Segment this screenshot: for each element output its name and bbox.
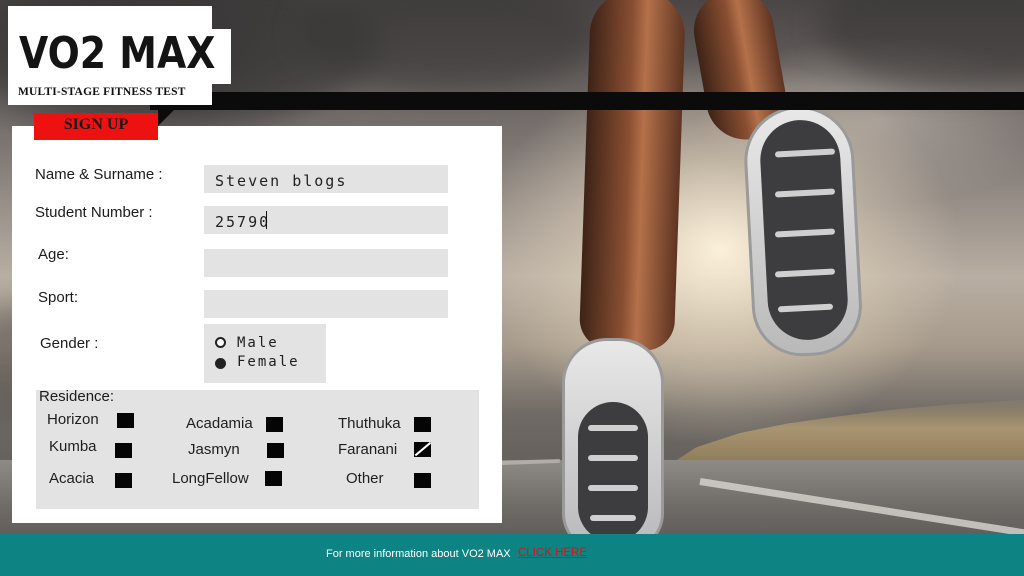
sport-field-box [204,290,448,318]
residence-group [36,390,479,509]
footer-info-text: For more information about VO2 MAX [326,548,511,560]
residence-horizon-checkbox[interactable] [117,413,134,428]
signup-tab-corner [158,110,174,126]
residence-longfellow-checkbox[interactable] [265,471,282,486]
residence-kumba-label: Kumba [49,438,97,455]
footer-bar [0,534,1024,576]
name-label: Name & Surname : [35,166,163,183]
age-input[interactable] [204,249,448,277]
residence-other-checkbox[interactable] [414,473,431,488]
text-caret [266,211,267,229]
age-label: Age: [38,246,69,263]
residence-thuthuka-label: Thuthuka [338,415,401,432]
residence-acacia-checkbox[interactable] [115,473,132,488]
residence-label: Residence: [39,388,115,405]
header-bar [150,92,1024,110]
sport-label: Sport: [38,289,79,306]
residence-faranani-label: Faranani [338,441,398,458]
name-field-box [204,165,448,193]
residence-jasmyn-label: Jasmyn [188,441,240,458]
gender-male-radio[interactable] [215,337,226,348]
residence-acadamia-label: Acadamia [186,415,253,432]
gender-label: Gender : [40,335,99,352]
residence-acadamia-checkbox[interactable] [266,417,283,432]
gender-female-radio[interactable] [215,358,226,369]
name-input[interactable] [204,165,448,193]
residence-faranani-checkbox[interactable] [414,442,431,457]
footer-click-here-link[interactable]: CLICK HERE [518,547,587,559]
logo-subtitle: MULTI-STAGE FITNESS TEST [18,86,186,98]
residence-kumba-checkbox[interactable] [115,443,132,458]
student-number-label: Student Number : [35,204,153,221]
signup-tab[interactable]: SIGN UP [34,113,158,140]
student-number-input[interactable] [204,206,448,234]
residence-longfellow-label: LongFellow [172,470,249,487]
gender-female-label[interactable]: Female [237,354,300,370]
sport-input[interactable] [204,290,448,318]
residence-other-label: Other [346,470,384,487]
age-field-box [204,249,448,277]
residence-horizon-label: Horizon [47,411,99,428]
residence-jasmyn-checkbox[interactable] [267,443,284,458]
logo-title: VO2 MAX [19,28,216,79]
student-number-field-box [204,206,448,234]
residence-thuthuka-checkbox[interactable] [414,417,431,432]
gender-male-label[interactable]: Male [237,335,279,351]
residence-acacia-label: Acacia [49,470,95,487]
